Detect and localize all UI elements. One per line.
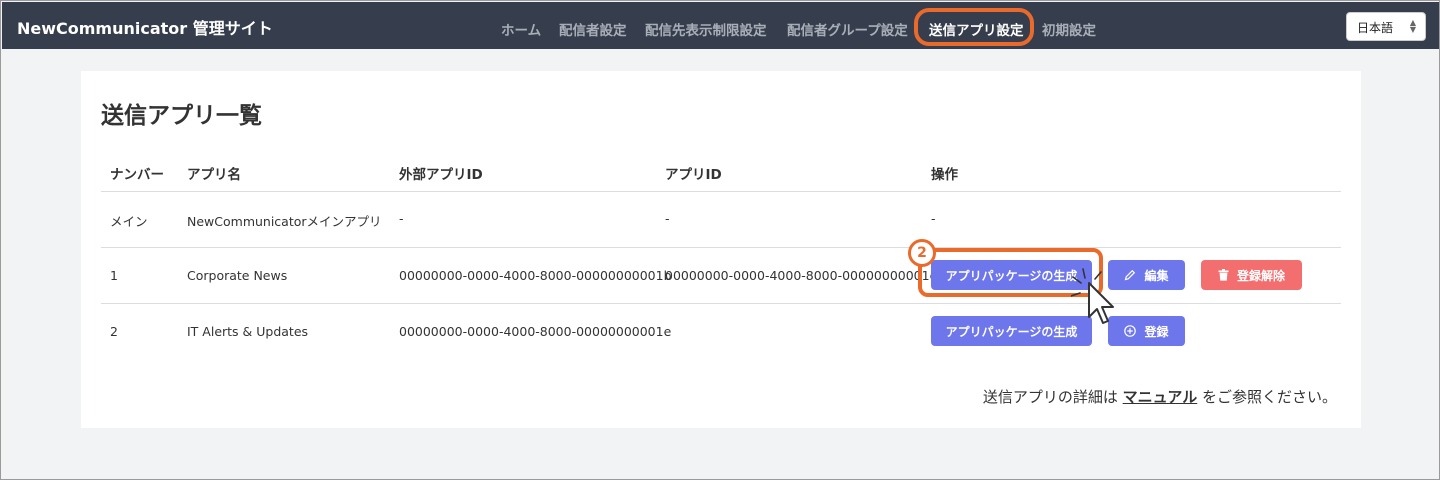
- table-header-divider: [101, 191, 1341, 192]
- row-main-name: NewCommunicatorメインアプリ: [187, 214, 382, 229]
- table-row-divider: [101, 247, 1341, 248]
- row-2-external-id: 00000000-0000-4000-8000-00000000001e: [399, 324, 672, 339]
- nav-home[interactable]: ホーム: [501, 19, 541, 39]
- column-header-number: ナンバー: [110, 167, 164, 183]
- row-2-name: IT Alerts & Updates: [187, 324, 309, 339]
- row-1-external-id: 00000000-0000-4000-8000-00000000001b: [399, 268, 672, 283]
- nav-highlight-annotation: [914, 8, 1034, 46]
- language-select[interactable]: 日本語 ▲ ▼: [1346, 12, 1426, 41]
- footnote-suffix: をご参照ください。: [1197, 388, 1337, 406]
- table-row-divider: [101, 303, 1341, 304]
- row-2-register-label: 登録: [1144, 324, 1169, 339]
- manual-footnote: 送信アプリの詳細は マニュアル をご参照ください。: [983, 386, 1337, 407]
- step-badge: 2: [908, 239, 936, 267]
- column-header-app-name: アプリ名: [187, 167, 241, 183]
- column-header-app-id: アプリID: [665, 167, 722, 183]
- nav-sender-group-settings[interactable]: 配信者グループ設定: [787, 19, 908, 39]
- row-1-number: 1: [110, 268, 118, 283]
- row-2-generate-package-button[interactable]: アプリパッケージの生成: [931, 316, 1092, 346]
- row-1-name: Corporate News: [187, 268, 288, 283]
- manual-link[interactable]: マニュアル: [1123, 388, 1198, 406]
- column-header-actions: 操作: [931, 167, 958, 183]
- app-frame: NewCommunicator 管理サイト ホーム 配信者設定 配信先表示制限設…: [0, 0, 1440, 480]
- nav-sender-settings[interactable]: 配信者設定: [559, 19, 627, 39]
- select-arrows-icon: ▲ ▼: [1409, 18, 1416, 34]
- footnote-prefix: 送信アプリの詳細は: [982, 388, 1123, 406]
- content-card: 送信アプリ一覧 ナンバー アプリ名 外部アプリID アプリID 操作 メイン N…: [81, 71, 1361, 428]
- nav-initial-settings[interactable]: 初期設定: [1042, 19, 1096, 39]
- row-main-external-id: -: [399, 211, 404, 226]
- row-main-action: -: [931, 211, 936, 226]
- row-1-unregister-button[interactable]: 登録解除: [1201, 260, 1302, 290]
- row-1-edit-label: 編集: [1144, 268, 1169, 283]
- mouse-pointer-icon: [1071, 268, 1114, 324]
- top-navbar: NewCommunicator 管理サイト ホーム 配信者設定 配信先表示制限設…: [2, 2, 1439, 49]
- row-main-app-id: -: [665, 211, 670, 226]
- row-2-generate-package-label: アプリパッケージの生成: [945, 324, 1078, 339]
- nav-destination-display-restriction[interactable]: 配信先表示制限設定: [645, 19, 767, 39]
- row-1-app-id: 00000000-0000-4000-8000-00000000001c: [665, 268, 937, 283]
- row-main-number: メイン: [110, 214, 148, 229]
- language-select-value: 日本語: [1357, 21, 1394, 35]
- page-title: 送信アプリ一覧: [101, 103, 262, 129]
- brand-title[interactable]: NewCommunicator 管理サイト: [17, 15, 273, 39]
- row-2-number: 2: [110, 324, 118, 339]
- trash-icon: [1218, 269, 1229, 281]
- row-1-unregister-label: 登録解除: [1236, 268, 1285, 283]
- column-header-external-app-id: 外部アプリID: [399, 167, 483, 183]
